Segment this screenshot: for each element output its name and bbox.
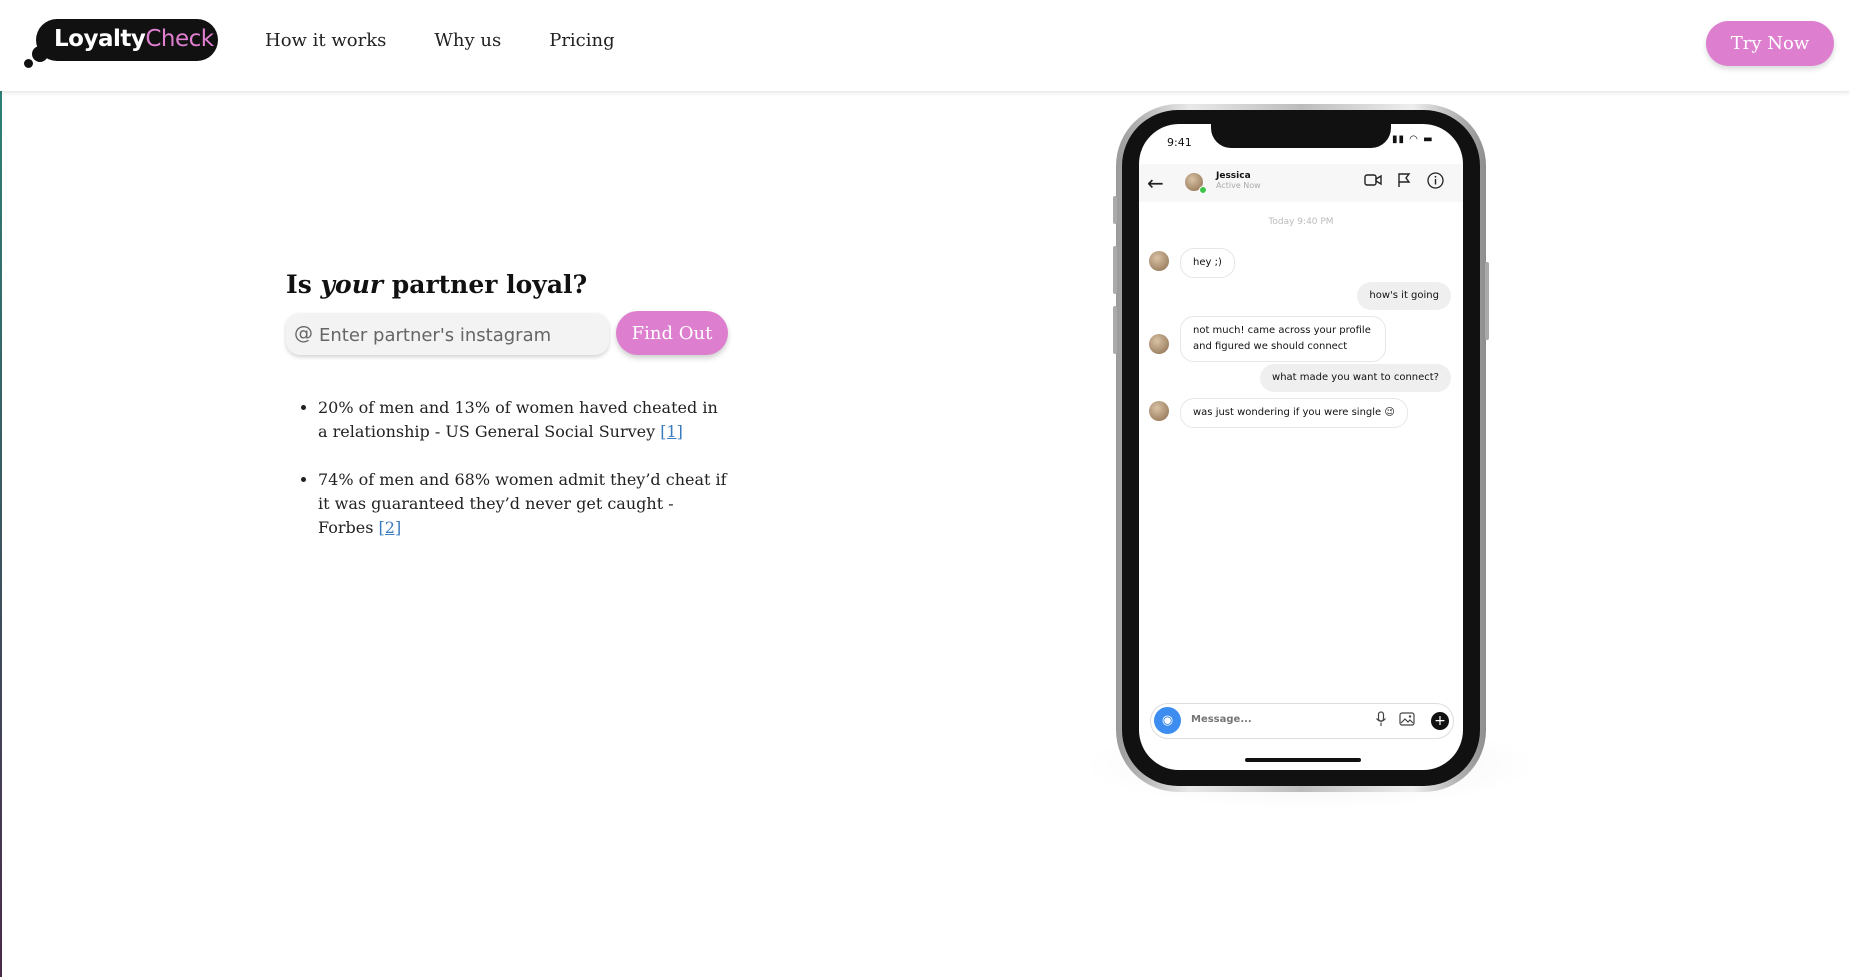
status-time: 9:41 — [1167, 136, 1192, 149]
nav-pricing[interactable]: Pricing — [549, 30, 614, 51]
reference-link[interactable]: [2] — [379, 518, 402, 537]
message-bubble-received: not much! came across your profile and f… — [1180, 316, 1386, 362]
phone-volume-down — [1113, 306, 1117, 354]
camera-icon[interactable]: ◉ — [1154, 707, 1181, 734]
signal-wifi-battery-icon: ▮▮ ◠ ▬ — [1392, 134, 1434, 145]
avatar — [1149, 401, 1169, 421]
message-bubble-received: hey ;) — [1180, 248, 1235, 278]
hero-headline: Is your partner loyal? — [286, 270, 588, 299]
instagram-search-field[interactable]: @ — [286, 313, 609, 355]
video-call-icon[interactable] — [1364, 172, 1382, 191]
phone-side-button — [1113, 196, 1117, 224]
message-bubble-received: was just wondering if you were single 😉 — [1180, 398, 1408, 428]
message-compose-bar: ◉ + — [1150, 703, 1454, 739]
phone-power-button — [1485, 262, 1489, 340]
flag-icon[interactable] — [1396, 172, 1412, 192]
nav-how-it-works[interactable]: How it works — [265, 30, 386, 51]
message-bubble-sent: how's it going — [1357, 282, 1451, 310]
nav-why-us[interactable]: Why us — [434, 30, 501, 51]
message-bubble-sent: what made you want to connect? — [1260, 364, 1451, 392]
try-now-button[interactable]: Try Now — [1706, 21, 1834, 66]
avatar — [1149, 251, 1169, 271]
fact-item: 20% of men and 13% of women haved cheate… — [318, 396, 728, 444]
home-indicator — [1245, 758, 1361, 762]
window-edge — [0, 0, 2, 977]
fact-list: 20% of men and 13% of women haved cheate… — [300, 396, 728, 564]
instagram-input[interactable] — [317, 319, 603, 351]
main-nav: How it works Why us Pricing — [265, 30, 615, 51]
contact-status: Active Now — [1216, 181, 1261, 190]
message-input[interactable] — [1189, 713, 1343, 726]
avatar — [1149, 334, 1169, 354]
info-icon[interactable] — [1427, 172, 1444, 193]
microphone-icon[interactable] — [1375, 711, 1387, 731]
chat-timestamp: Today 9:40 PM — [1268, 217, 1334, 227]
phone-notch — [1211, 124, 1391, 148]
add-icon[interactable]: + — [1431, 712, 1449, 730]
contact-name: Jessica — [1216, 171, 1251, 181]
gallery-icon[interactable] — [1399, 711, 1415, 731]
phone-volume-up — [1113, 246, 1117, 294]
chat-header: ← Jessica Active Now — [1139, 164, 1463, 202]
logo[interactable]: LoyaltyCheck — [24, 16, 220, 70]
online-status-dot — [1199, 186, 1207, 194]
reference-link[interactable]: [1] — [660, 422, 683, 441]
site-header: LoyaltyCheck How it works Why us Pricing… — [0, 0, 1850, 91]
phone-screen: 9:41 ▮▮ ◠ ▬ ← Jessica Active Now Today 9… — [1139, 124, 1463, 770]
fact-item: 74% of men and 68% women admit they’d ch… — [318, 468, 728, 540]
find-out-button[interactable]: Find Out — [616, 311, 728, 355]
back-arrow-icon[interactable]: ← — [1147, 171, 1164, 195]
logo-dot-small — [24, 59, 33, 68]
at-sign-icon: @ — [294, 322, 313, 344]
logo-text: LoyaltyCheck — [54, 26, 214, 52]
